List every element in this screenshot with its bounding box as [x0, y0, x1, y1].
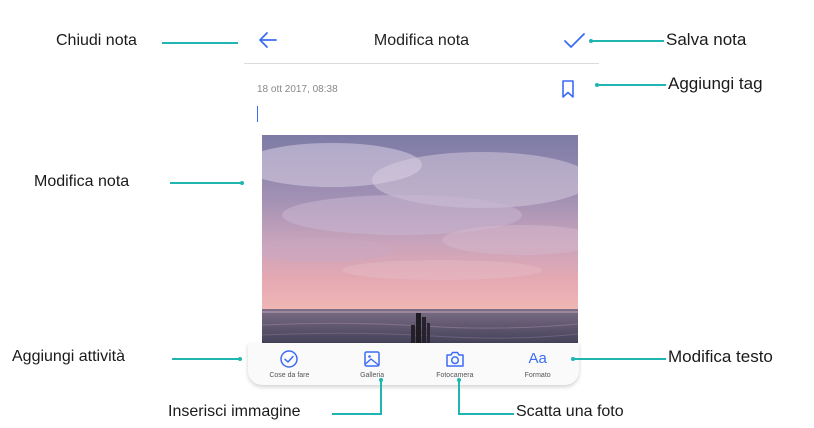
- leader-insert-image-vertical: [380, 380, 382, 414]
- camera-icon: [446, 351, 464, 367]
- text-format-icon: Aa: [528, 349, 546, 369]
- leader-add-activity: [172, 358, 240, 360]
- callout-edit-note: Modifica nota: [34, 173, 130, 190]
- checkmark-icon: [564, 33, 585, 48]
- callout-take-photo: Scatta una foto: [516, 403, 624, 420]
- sunset-sea-image: [262, 135, 578, 346]
- leader-save-note: [590, 40, 664, 42]
- leader-dot: [379, 378, 383, 382]
- leader-dot: [571, 357, 575, 361]
- text-format-glyph: Aa: [528, 350, 547, 367]
- add-tag-button[interactable]: [559, 78, 577, 100]
- leader-take-photo-vertical: [458, 380, 460, 414]
- note-timestamp: 18 ott 2017, 08:38: [257, 84, 338, 95]
- leader-edit-note: [170, 182, 242, 184]
- bookmark-icon: [562, 80, 574, 98]
- todo-list-label: Cose da fare: [269, 372, 310, 379]
- leader-dot: [595, 83, 599, 87]
- leader-insert-image: [332, 413, 382, 415]
- leader-add-tag: [596, 84, 666, 86]
- callout-close-note: Chiudi nota: [56, 32, 137, 49]
- note-editor-screen: Modifica nota 18 ott 2017, 08:38: [244, 14, 599, 386]
- leader-take-photo: [458, 413, 514, 415]
- callout-insert-image: Inserisci immagine: [168, 403, 301, 420]
- callout-add-activity: Aggiungi attività: [12, 348, 125, 365]
- format-label: Formato: [524, 372, 551, 379]
- format-button[interactable]: Aa Formato: [503, 349, 573, 379]
- top-bar: Modifica nota: [244, 14, 599, 64]
- callout-save-note: Salva nota: [666, 30, 747, 49]
- note-photo[interactable]: [262, 135, 578, 346]
- camera-button[interactable]: Fotocamera: [420, 349, 490, 379]
- leader-dot: [238, 357, 242, 361]
- page-title: Modifica nota: [373, 32, 470, 49]
- leader-dot: [240, 181, 244, 185]
- gallery-icon: [364, 351, 380, 367]
- gallery-button[interactable]: Galleria: [337, 349, 407, 379]
- save-button[interactable]: [561, 28, 587, 52]
- bottom-toolbar: Cose da fare Galleria Fotocamera Aa Form…: [248, 343, 579, 385]
- callout-add-tag: Aggiungi tag: [668, 74, 763, 93]
- todo-list-button[interactable]: Cose da fare: [254, 349, 324, 379]
- text-cursor[interactable]: [257, 106, 258, 122]
- callout-edit-text: Modifica testo: [668, 347, 773, 366]
- leader-edit-text: [572, 358, 666, 360]
- check-circle-icon: [280, 350, 299, 368]
- leader-dot: [457, 378, 461, 382]
- leader-dot: [589, 39, 593, 43]
- camera-label: Fotocamera: [436, 372, 474, 379]
- leader-close-note: [162, 42, 238, 44]
